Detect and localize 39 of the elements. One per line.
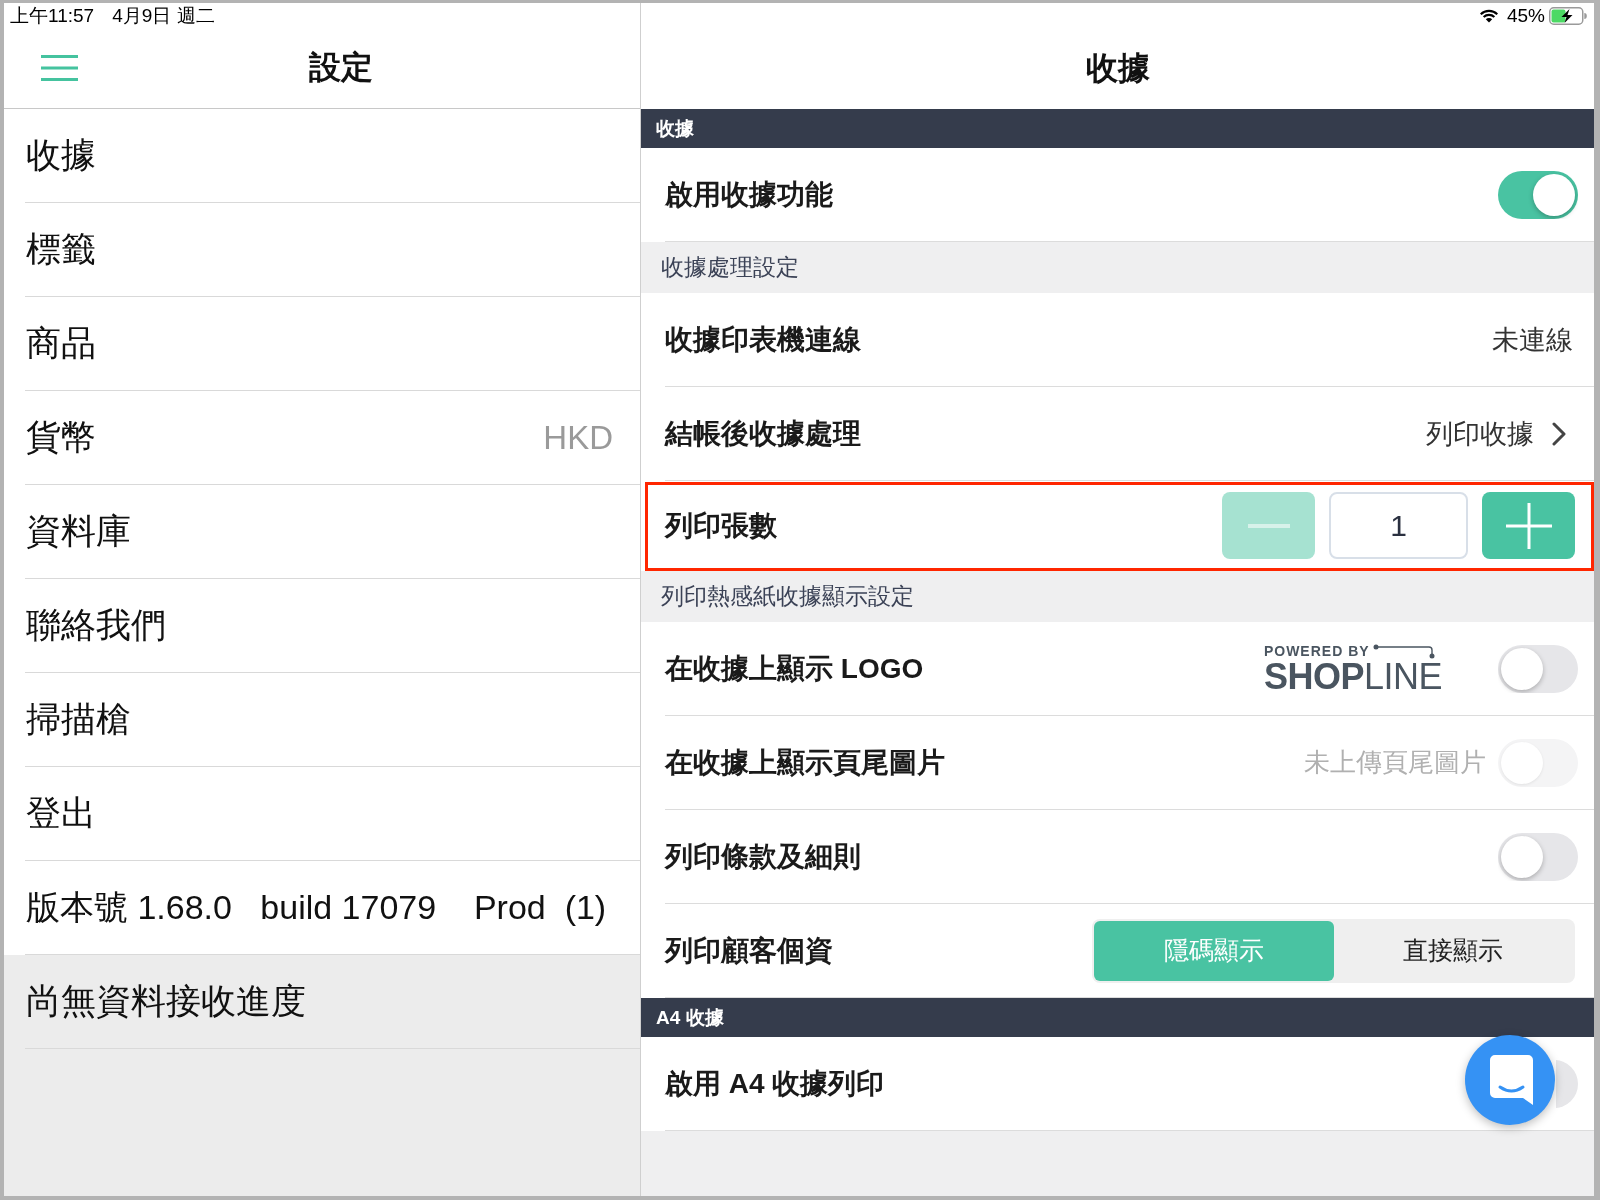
setting-value: 列印收據 [1426,417,1534,451]
battery-charging-icon [1549,6,1587,25]
wifi-icon [1478,8,1499,23]
setting-label: 啟用 A4 收據列印 [665,1066,885,1101]
version-text: 版本號 1.68.0 build 17079 Prod (1) [26,886,607,928]
toggle-switch[interactable] [1498,832,1578,881]
section-header: A4 收據 [641,998,1594,1037]
toggle-switch[interactable] [1498,170,1578,219]
setting-label: 列印顧客個資 [665,933,833,968]
quantity-field[interactable]: 1 [1329,492,1468,559]
connector-line-icon [1372,642,1435,659]
sidebar-value: HKD [543,418,613,457]
setting-label: 在收據上顯示 LOGO [665,651,924,686]
toggle-switch[interactable] [1498,644,1578,693]
plus-icon [1505,502,1552,549]
setting-label: 收據印表機連線 [665,322,861,357]
toggle-switch[interactable] [1556,1059,1578,1108]
status-time: 上午11:57 [10,3,95,28]
page-title: 設定 [308,48,373,87]
setting-label: 啟用收據功能 [665,177,833,212]
setting-label: 在收據上顯示頁尾圖片 [665,745,945,780]
minus-icon [1247,523,1290,528]
menu-icon[interactable] [41,55,78,81]
battery-percent: 45% [1506,4,1545,27]
setting-value: 未連線 [1492,323,1573,357]
section-header: 收據 [641,109,1594,148]
setting-label: 列印張數 [665,508,777,543]
setting-hint: 未上傳頁尾圖片 [1304,746,1486,779]
sync-status-text: 尚無資料接收進度 [26,980,306,1022]
status-date: 4月9日 週二 [112,3,215,28]
page-title: 收據 [1085,48,1150,88]
chat-bubble-icon [1490,1055,1533,1105]
segment-option[interactable]: 直接顯示 [1333,920,1573,981]
logo-tagline: POWERED BY [1263,642,1370,659]
chevron-right-icon [1552,421,1566,446]
setting-label: 結帳後收據處理 [665,416,861,451]
setting-label: 列印條款及細則 [665,839,861,874]
increase-button[interactable] [1482,492,1575,559]
logo-wordmark: SHOPLINE [1263,658,1442,695]
